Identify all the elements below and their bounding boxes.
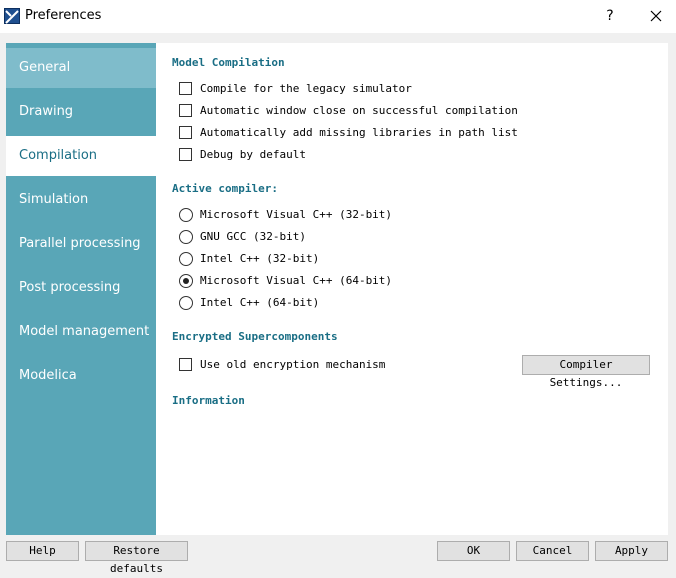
- sidebar-item-general[interactable]: General: [6, 48, 156, 88]
- option-label: GNU GCC (32-bit): [200, 230, 306, 243]
- radio-button-selected[interactable]: [179, 274, 193, 288]
- section-heading-active-compiler: Active compiler:: [172, 182, 278, 195]
- checkbox[interactable]: [179, 104, 192, 117]
- option-label: Use old encryption mechanism: [200, 358, 386, 371]
- window-title: Preferences: [25, 8, 102, 23]
- sidebar-item-drawing[interactable]: Drawing: [6, 92, 156, 132]
- sidebar-item-label: Modelica: [19, 368, 77, 383]
- sidebar-item-post-processing[interactable]: Post processing: [6, 268, 156, 308]
- cancel-button[interactable]: Cancel: [516, 541, 589, 561]
- option-label: Microsoft Visual C++ (64-bit): [200, 274, 393, 287]
- sidebar-item-label: Post processing: [19, 280, 121, 295]
- section-heading-encrypted: Encrypted Supercomponents: [172, 330, 338, 343]
- option-label: Intel C++ (32-bit): [200, 252, 320, 265]
- section-heading-model-compilation: Model Compilation: [172, 56, 285, 69]
- radio-button[interactable]: [179, 296, 193, 310]
- checkbox[interactable]: [179, 148, 192, 161]
- sidebar-item-label: General: [19, 60, 71, 75]
- checkbox[interactable]: [179, 82, 192, 95]
- app-logo-icon: [4, 8, 20, 24]
- option-label: Automatic window close on successful com…: [200, 104, 518, 117]
- sidebar-item-label: Model management: [19, 324, 150, 339]
- title-bar: Preferences ?: [0, 0, 676, 33]
- help-icon[interactable]: ?: [600, 6, 620, 26]
- option-label: Debug by default: [200, 148, 306, 161]
- radio-button[interactable]: [179, 208, 193, 222]
- sidebar-item-model-management[interactable]: Model management: [6, 312, 156, 352]
- sidebar-item-parallel-processing[interactable]: Parallel processing: [6, 224, 156, 264]
- ok-button[interactable]: OK: [437, 541, 510, 561]
- sidebar-item-label: Drawing: [19, 104, 74, 119]
- section-heading-information: Information: [172, 394, 245, 407]
- close-icon[interactable]: [645, 6, 667, 26]
- sidebar-item-label: Parallel processing: [19, 236, 141, 251]
- sidebar-item-label: Simulation: [19, 192, 89, 207]
- apply-button[interactable]: Apply: [595, 541, 668, 561]
- help-button[interactable]: Help: [6, 541, 79, 561]
- radio-button[interactable]: [179, 230, 193, 244]
- compiler-settings-button[interactable]: Compiler Settings...: [522, 355, 650, 389]
- option-label: Intel C++ (64-bit): [200, 296, 320, 309]
- sidebar-item-simulation[interactable]: Simulation: [6, 180, 156, 220]
- option-label: Automatically add missing libraries in p…: [200, 126, 518, 139]
- radio-button[interactable]: [179, 252, 193, 266]
- sidebar-item-compilation[interactable]: Compilation: [6, 136, 156, 176]
- sidebar-item-label: Compilation: [19, 148, 98, 163]
- sidebar-item-modelica[interactable]: Modelica: [6, 356, 156, 396]
- checkbox[interactable]: [179, 358, 192, 371]
- option-label: Compile for the legacy simulator: [200, 82, 412, 95]
- checkbox[interactable]: [179, 126, 192, 139]
- restore-defaults-button[interactable]: Restore defaults: [85, 541, 188, 575]
- option-label: Microsoft Visual C++ (32-bit): [200, 208, 393, 221]
